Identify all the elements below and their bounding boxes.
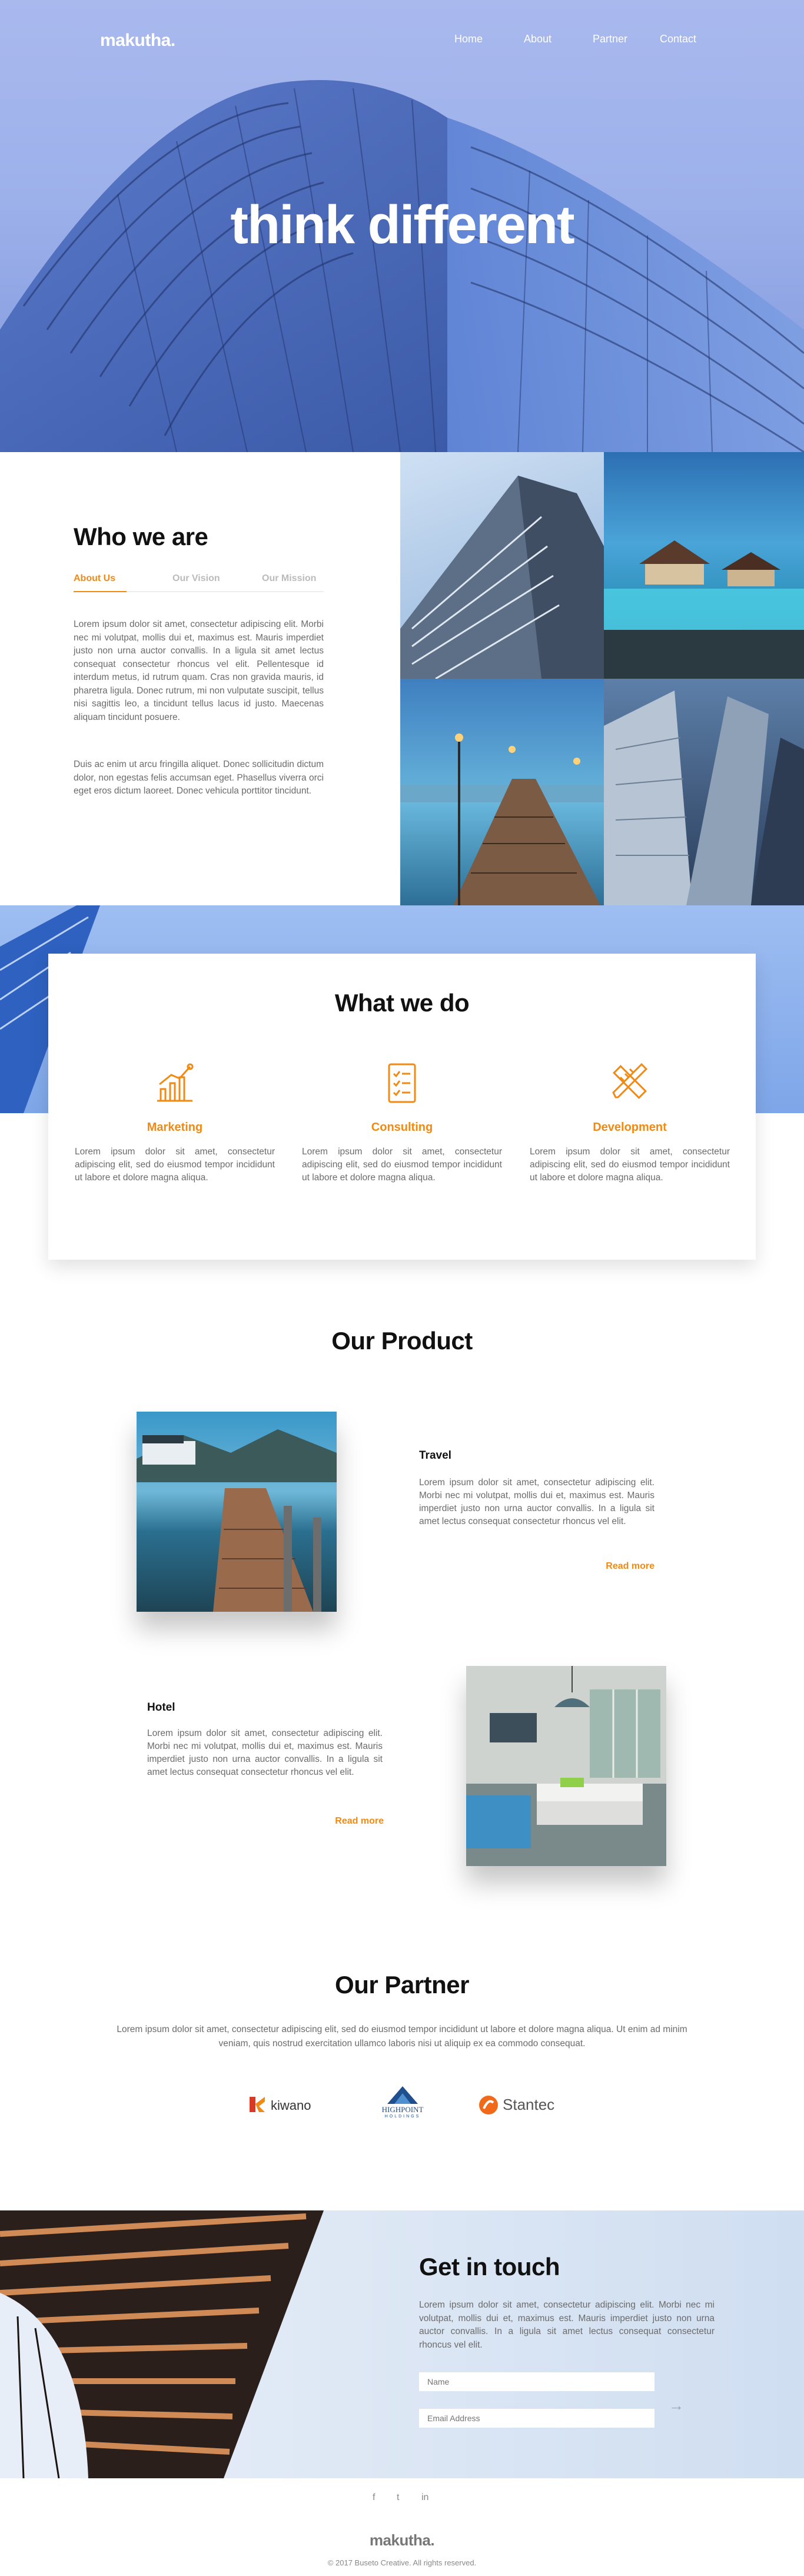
- nav-about[interactable]: About: [524, 33, 551, 45]
- service-text-development: Lorem ipsum dolor sit amet, consectetur …: [530, 1147, 730, 1183]
- contact-section: Get in touch Lorem ipsum dolor sit amet,…: [0, 2210, 804, 2478]
- product-text-hotel: Lorem ipsum dolor sit amet, consectetur …: [147, 1728, 383, 1777]
- who-paragraph-2: Duis ac enim ut arcu fringilla aliquet. …: [74, 759, 324, 796]
- hotel-photo: [466, 1666, 666, 1866]
- photo-tile-resort: [604, 452, 804, 679]
- stantec-mark-icon: [479, 2096, 498, 2114]
- photo-tile-building: [400, 452, 604, 679]
- checklist-icon: [388, 1063, 416, 1103]
- highpoint-wordmark: HIGHPOINT: [381, 2105, 424, 2114]
- photo-tile-pier: [400, 679, 604, 905]
- read-more-hotel[interactable]: Read more: [313, 1816, 384, 1827]
- partner-description: Lorem ipsum dolor sit amet, consectetur …: [117, 2024, 687, 2049]
- read-more-travel[interactable]: Read more: [584, 1561, 655, 1572]
- service-title-marketing: Marketing: [147, 1121, 203, 1134]
- hero-section: makutha. Home About Partner Contact thin…: [0, 0, 804, 452]
- chart-icon: [157, 1063, 194, 1102]
- who-title: Who we are: [74, 523, 208, 550]
- highpoint-subtext: HOLDINGS: [384, 2114, 421, 2119]
- photo-tile-towers: [604, 679, 804, 905]
- travel-photo: [137, 1412, 337, 1612]
- contact-title: Get in touch: [419, 2253, 560, 2280]
- linkedin-icon[interactable]: in: [421, 2492, 428, 2503]
- copyright-text: © 2017 Buseto Creative. All rights reser…: [327, 2558, 477, 2567]
- highpoint-mountain-icon: [387, 2086, 418, 2104]
- name-input[interactable]: [419, 2372, 655, 2391]
- product-text-travel: Lorem ipsum dolor sit amet, consectetur …: [419, 1478, 655, 1526]
- stantec-wordmark: Stantec: [503, 2096, 555, 2113]
- who-paragraph-1: Lorem ipsum dolor sit amet, consectetur …: [74, 619, 324, 722]
- what-title: What we do: [334, 989, 470, 1017]
- site-logo[interactable]: makutha.: [100, 31, 175, 51]
- service-title-consulting: Consulting: [371, 1121, 433, 1134]
- tab-underline: [74, 591, 324, 592]
- who-we-are-section: Who we are About Us Our Vision Our Missi…: [0, 452, 804, 905]
- product-title: Our Product: [331, 1327, 473, 1355]
- partner-title: Our Partner: [335, 1971, 469, 1999]
- service-title-development: Development: [593, 1121, 667, 1134]
- service-text-consulting: Lorem ipsum dolor sit amet, consectetur …: [302, 1147, 502, 1183]
- product-title-travel: Travel: [419, 1449, 451, 1462]
- product-title-hotel: Hotel: [147, 1701, 175, 1714]
- kiwano-wordmark: kiwano: [271, 2098, 311, 2113]
- tab-our-vision[interactable]: Our Vision: [172, 573, 220, 584]
- twitter-icon[interactable]: t: [397, 2492, 399, 2503]
- send-arrow-button[interactable]: →: [669, 2396, 684, 2415]
- service-text-marketing: Lorem ipsum dolor sit amet, consectetur …: [75, 1147, 275, 1183]
- what-we-do-card: What we do Marketing Lorem ipsum dolor s…: [48, 954, 756, 1260]
- tab-our-mission[interactable]: Our Mission: [262, 573, 316, 584]
- nav-partner[interactable]: Partner: [593, 33, 627, 45]
- partner-logo-highpoint[interactable]: HIGHPOINT HOLDINGS: [372, 2085, 433, 2123]
- architecture-photo: [0, 2210, 324, 2478]
- facebook-icon[interactable]: f: [373, 2492, 375, 2503]
- partner-logo-kiwano[interactable]: kiwano: [247, 2092, 330, 2118]
- tab-about-us[interactable]: About Us: [74, 573, 115, 584]
- kiwano-mark-icon: [250, 2097, 265, 2112]
- partner-logo-stantec[interactable]: Stantec: [478, 2092, 572, 2118]
- nav-contact[interactable]: Contact: [660, 33, 696, 45]
- hero-headline: think different: [230, 195, 574, 255]
- nav-home[interactable]: Home: [454, 33, 483, 45]
- footer-logo[interactable]: makutha.: [0, 2531, 804, 2550]
- email-input[interactable]: [419, 2409, 655, 2428]
- pencil-ruler-icon: [612, 1063, 648, 1099]
- contact-text: Lorem ipsum dolor sit amet, consectetur …: [419, 2300, 715, 2350]
